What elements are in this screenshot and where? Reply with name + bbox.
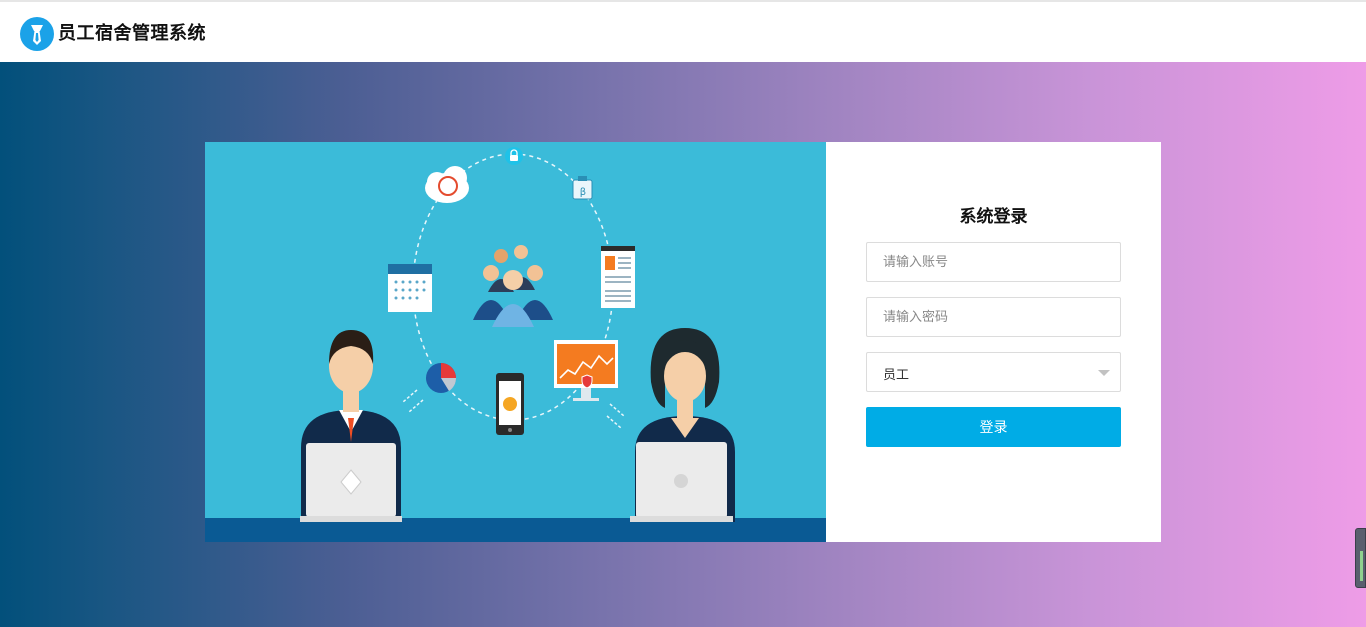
pie-chart-icon (402, 363, 457, 413)
top-header: 员工宿舍管理系统 (0, 0, 1366, 62)
office-illustration: β (205, 142, 826, 542)
calendar-icon (388, 264, 432, 312)
login-form: 系统登录 员工 登录 (826, 142, 1161, 542)
username-input[interactable] (867, 243, 1120, 281)
login-button[interactable]: 登录 (866, 407, 1121, 447)
login-card: β 系统登录 请输入账号 员工 登录 (205, 142, 1161, 542)
businessman-laptop (300, 330, 402, 522)
tie-icon (20, 17, 54, 51)
login-title: 系统登录 (959, 207, 1028, 227)
role-selected-value: 员工 (883, 368, 910, 383)
caret-down-icon (1098, 370, 1110, 376)
floating-side-widget[interactable] (1355, 528, 1366, 588)
smartphone-icon (496, 373, 524, 435)
username-field[interactable] (866, 242, 1121, 282)
monitor-chart-icon (554, 340, 625, 429)
document-icon (601, 246, 635, 308)
role-select[interactable]: 员工 (866, 352, 1121, 392)
lock-icon (505, 147, 523, 165)
password-input[interactable] (867, 298, 1120, 336)
app-title: 员工宿舍管理系统 (58, 23, 206, 44)
password-field[interactable] (866, 297, 1121, 337)
team-icon (473, 245, 553, 327)
clipboard-icon: β (572, 176, 593, 200)
svg-text:β: β (580, 187, 586, 198)
cloud-sync-icon (425, 166, 469, 203)
businesswoman-laptop (630, 328, 735, 522)
